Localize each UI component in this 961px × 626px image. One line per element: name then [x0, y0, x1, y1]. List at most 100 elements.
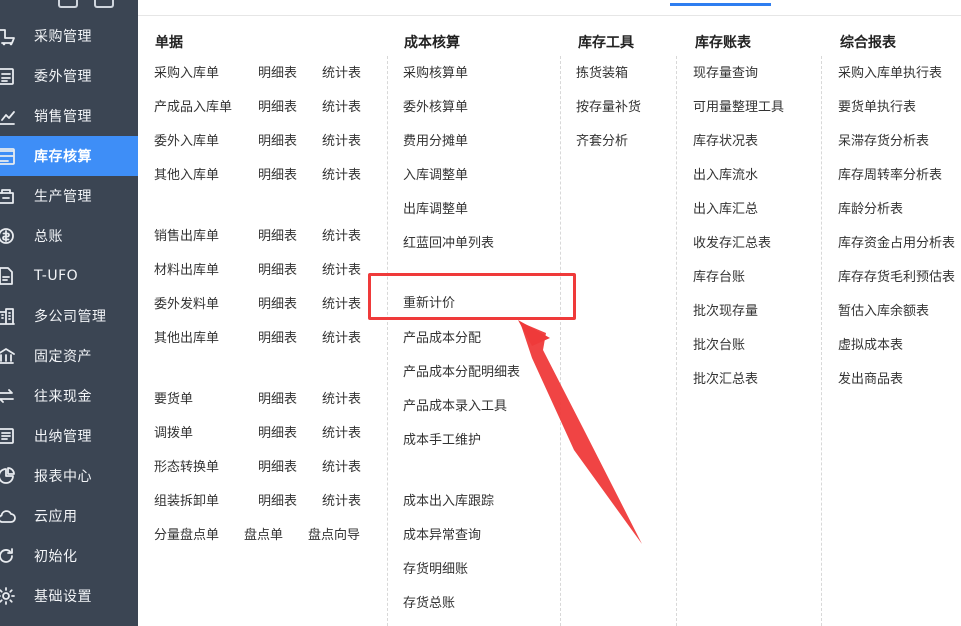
menu-link[interactable]: 明细表 [258, 66, 297, 82]
menu-link[interactable]: 盘点单 [244, 528, 283, 544]
sidebar-item[interactable]: 库存核算 [0, 136, 138, 176]
menu-link[interactable]: 产品成本分配 [403, 331, 481, 347]
menu-link[interactable]: 明细表 [258, 263, 297, 279]
menu-link[interactable]: 统计表 [322, 392, 361, 408]
menu-link[interactable]: 红蓝回冲单列表 [403, 236, 494, 252]
menu-link[interactable]: 其他出库单 [154, 331, 219, 347]
menu-link[interactable]: 库存台账 [693, 270, 745, 286]
menu-link[interactable]: 明细表 [258, 229, 297, 245]
menu-link[interactable]: 库存周转率分析表 [838, 168, 942, 184]
menu-link[interactable]: 统计表 [322, 494, 361, 510]
sidebar-item[interactable]: 固定资产 [0, 336, 138, 376]
sidebar-item-label: 库存核算 [34, 149, 92, 165]
menu-link[interactable]: 明细表 [258, 426, 297, 442]
sidebar-item[interactable]: 采购管理 [0, 16, 138, 56]
menu-link[interactable]: 成本出入库跟踪 [403, 494, 494, 510]
menu-link[interactable]: 库存存货毛利预估表 [838, 270, 955, 286]
menu-link[interactable]: 批次台账 [693, 338, 745, 354]
menu-link[interactable]: 费用分摊单 [403, 134, 468, 150]
menu-link[interactable]: 统计表 [322, 426, 361, 442]
column-divider [676, 56, 677, 626]
sidebar-item[interactable]: 委外管理 [0, 56, 138, 96]
menu-link[interactable]: 材料出库单 [154, 263, 219, 279]
menu-link[interactable]: 统计表 [322, 263, 361, 279]
menu-link[interactable]: 采购入库单执行表 [838, 66, 942, 82]
menu-link[interactable]: 存货明细账 [403, 562, 468, 578]
sidebar-item-label: 往来现金 [34, 389, 92, 405]
sidebar-item-label: 多公司管理 [34, 309, 107, 325]
menu-link[interactable]: 其他入库单 [154, 168, 219, 184]
inventory-icon [0, 146, 16, 166]
menu-link[interactable]: 形态转换单 [154, 460, 219, 476]
sidebar-item[interactable]: 往来现金 [0, 376, 138, 416]
menu-link[interactable]: 齐套分析 [576, 134, 628, 150]
menu-link[interactable]: 库存资金占用分析表 [838, 236, 955, 252]
settings-icon [0, 586, 16, 606]
menu-link[interactable]: 产成品入库单 [154, 100, 232, 116]
menu-link[interactable]: 分量盘点单 [154, 528, 219, 544]
menu-link[interactable]: 调拨单 [154, 426, 193, 442]
sidebar-item[interactable]: 多公司管理 [0, 296, 138, 336]
sidebar-item[interactable]: 基础设置 [0, 576, 138, 616]
menu-link[interactable]: 明细表 [258, 100, 297, 116]
menu-link[interactable]: 明细表 [258, 134, 297, 150]
menu-link[interactable]: 统计表 [322, 168, 361, 184]
menu-link[interactable]: 明细表 [258, 168, 297, 184]
menu-link[interactable]: 统计表 [322, 229, 361, 245]
sidebar-item-label: 出纳管理 [34, 429, 92, 445]
menu-link[interactable]: 采购核算单 [403, 66, 468, 82]
menu-link[interactable]: 采购入库单 [154, 66, 219, 82]
menu-link[interactable]: 出入库流水 [693, 168, 758, 184]
menu-link[interactable]: 批次现存量 [693, 304, 758, 320]
menu-link[interactable]: 组装拆卸单 [154, 494, 219, 510]
column-title-chengben: 成本核算 [404, 35, 460, 51]
sidebar-item[interactable]: 出纳管理 [0, 416, 138, 456]
menu-link[interactable]: 要货单执行表 [838, 100, 916, 116]
menu-link[interactable]: 现存量查询 [693, 66, 758, 82]
menu-link[interactable]: 出入库汇总 [693, 202, 758, 218]
menu-link[interactable]: 成本手工维护 [403, 433, 481, 449]
menu-link[interactable]: 委外发料单 [154, 297, 219, 313]
menu-link[interactable]: 委外入库单 [154, 134, 219, 150]
menu-link[interactable]: 明细表 [258, 460, 297, 476]
sidebar-item[interactable]: 报表中心 [0, 456, 138, 496]
menu-link[interactable]: 统计表 [322, 297, 361, 313]
sidebar-item[interactable]: 生产管理 [0, 176, 138, 216]
menu-link[interactable]: 明细表 [258, 297, 297, 313]
sidebar-item[interactable]: 总账 [0, 216, 138, 256]
menu-link[interactable]: 盘点向导 [308, 528, 360, 544]
menu-link[interactable]: 统计表 [322, 134, 361, 150]
menu-link[interactable]: 明细表 [258, 331, 297, 347]
menu-link[interactable]: 要货单 [154, 392, 193, 408]
menu-link[interactable]: 发出商品表 [838, 372, 903, 388]
menu-link[interactable]: 库龄分析表 [838, 202, 903, 218]
menu-link[interactable]: 统计表 [322, 66, 361, 82]
menu-link[interactable]: 产品成本录入工具 [403, 399, 507, 415]
menu-link[interactable]: 收发存汇总表 [693, 236, 771, 252]
menu-link[interactable]: 按存量补货 [576, 100, 641, 116]
menu-link[interactable]: 库存状况表 [693, 134, 758, 150]
menu-link[interactable]: 统计表 [322, 460, 361, 476]
menu-link[interactable]: 委外核算单 [403, 100, 468, 116]
menu-link[interactable]: 入库调整单 [403, 168, 468, 184]
menu-link[interactable]: 统计表 [322, 100, 361, 116]
sidebar-item[interactable]: 云应用 [0, 496, 138, 536]
menu-link[interactable]: 出库调整单 [403, 202, 468, 218]
menu-link[interactable]: 销售出库单 [154, 229, 219, 245]
menu-link[interactable]: 产品成本分配明细表 [403, 365, 520, 381]
menu-link[interactable]: 明细表 [258, 494, 297, 510]
sidebar-item[interactable]: T-UFO [0, 256, 138, 296]
menu-link[interactable]: 拣货装箱 [576, 66, 628, 82]
menu-link[interactable]: 明细表 [258, 392, 297, 408]
exchange-icon [0, 386, 16, 406]
menu-link[interactable]: 成本异常查询 [403, 528, 481, 544]
menu-link[interactable]: 可用量整理工具 [693, 100, 784, 116]
menu-link[interactable]: 呆滞存货分析表 [838, 134, 929, 150]
menu-link[interactable]: 暂估入库余额表 [838, 304, 929, 320]
menu-link[interactable]: 批次汇总表 [693, 372, 758, 388]
menu-link[interactable]: 存货总账 [403, 596, 455, 612]
sidebar-item[interactable]: 初始化 [0, 536, 138, 576]
sidebar-item[interactable]: 销售管理 [0, 96, 138, 136]
menu-link[interactable]: 虚拟成本表 [838, 338, 903, 354]
menu-link[interactable]: 统计表 [322, 331, 361, 347]
